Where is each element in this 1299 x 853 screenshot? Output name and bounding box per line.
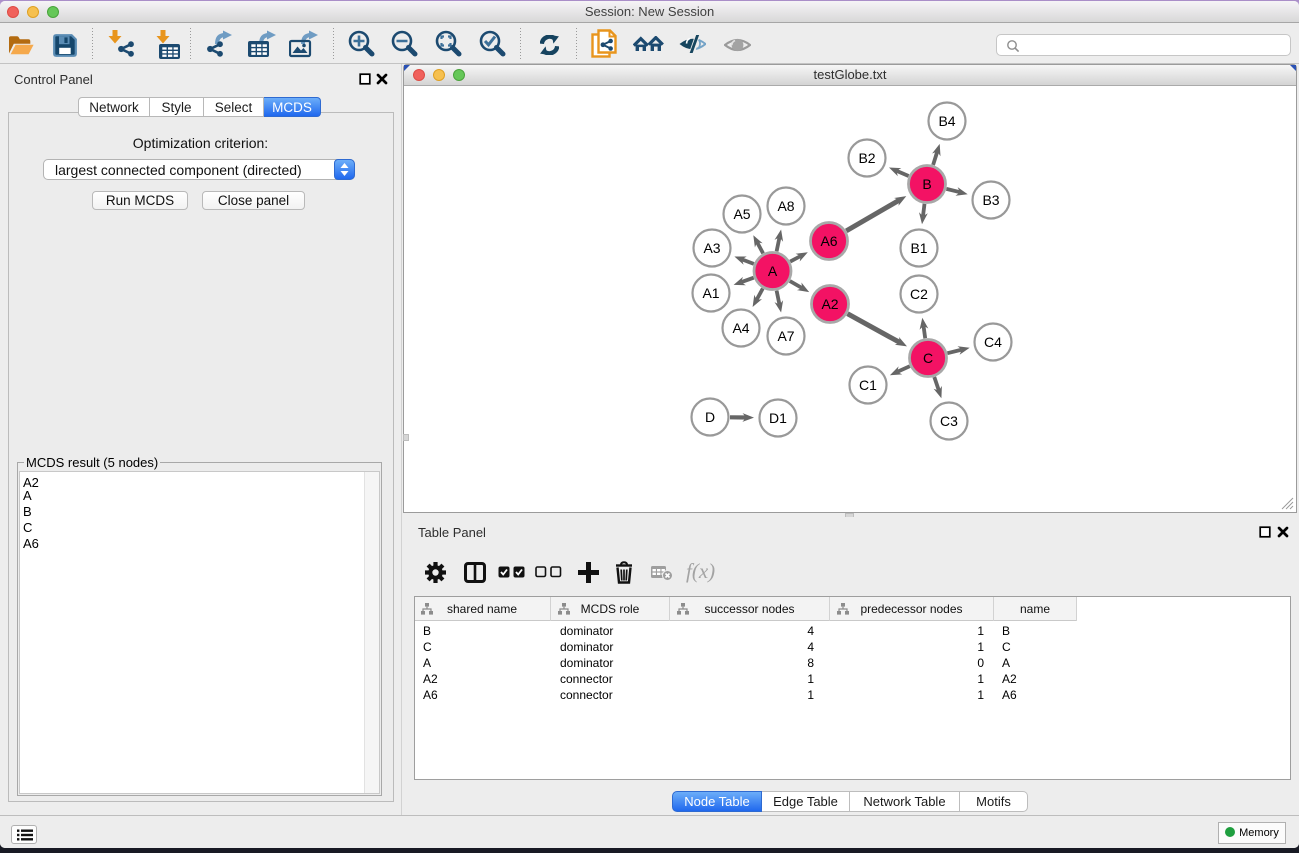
svg-text:B: B [922, 176, 931, 192]
svg-text:A6: A6 [820, 233, 837, 249]
svg-text:C3: C3 [940, 413, 958, 429]
svg-text:D: D [705, 409, 715, 425]
svg-text:C1: C1 [859, 377, 877, 393]
svg-text:A: A [768, 263, 778, 279]
svg-text:A8: A8 [777, 198, 794, 214]
svg-text:A2: A2 [821, 296, 838, 312]
svg-text:D1: D1 [769, 410, 787, 426]
svg-text:C: C [923, 350, 933, 366]
svg-text:A1: A1 [702, 285, 719, 301]
svg-text:C4: C4 [984, 334, 1002, 350]
svg-text:A5: A5 [733, 206, 750, 222]
svg-text:A7: A7 [777, 328, 794, 344]
svg-text:A3: A3 [703, 240, 720, 256]
svg-text:B4: B4 [938, 113, 955, 129]
svg-text:B3: B3 [982, 192, 999, 208]
svg-text:A4: A4 [732, 320, 749, 336]
svg-text:B1: B1 [910, 240, 927, 256]
svg-text:B2: B2 [858, 150, 875, 166]
svg-text:C2: C2 [910, 286, 928, 302]
